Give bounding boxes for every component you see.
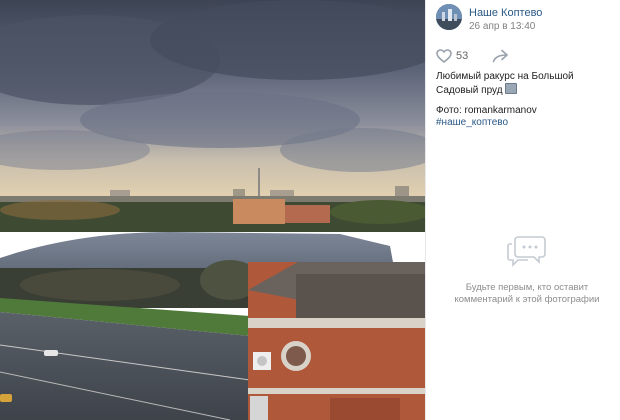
post-caption: Любимый ракурс на Большой Садовый пруд [436, 70, 618, 97]
author-name[interactable]: Наше Коптево [469, 7, 542, 19]
like-count: 53 [456, 50, 469, 62]
hashtag-link[interactable]: #наше_коптево [436, 117, 508, 128]
post-photo[interactable] [0, 0, 425, 420]
heart-outline-icon[interactable] [436, 49, 452, 63]
post-actions: 53 [436, 48, 616, 66]
post-date[interactable]: 26 апр в 13:40 [469, 21, 535, 32]
post-header: Наше Коптево 26 апр в 13:40 [436, 4, 616, 34]
camera-emoji-icon [505, 83, 518, 94]
photo-credit: Фото: romankarmanov [436, 105, 537, 116]
avatar[interactable] [436, 4, 462, 30]
post-sidebar: Наше Коптево 26 апр в 13:40 53 Любимый р… [425, 0, 620, 420]
speech-bubbles-icon [506, 232, 548, 268]
empty-comments-text: Будьте первым, кто оставит комментарий к… [454, 282, 600, 305]
share-arrow-icon[interactable] [492, 49, 508, 63]
